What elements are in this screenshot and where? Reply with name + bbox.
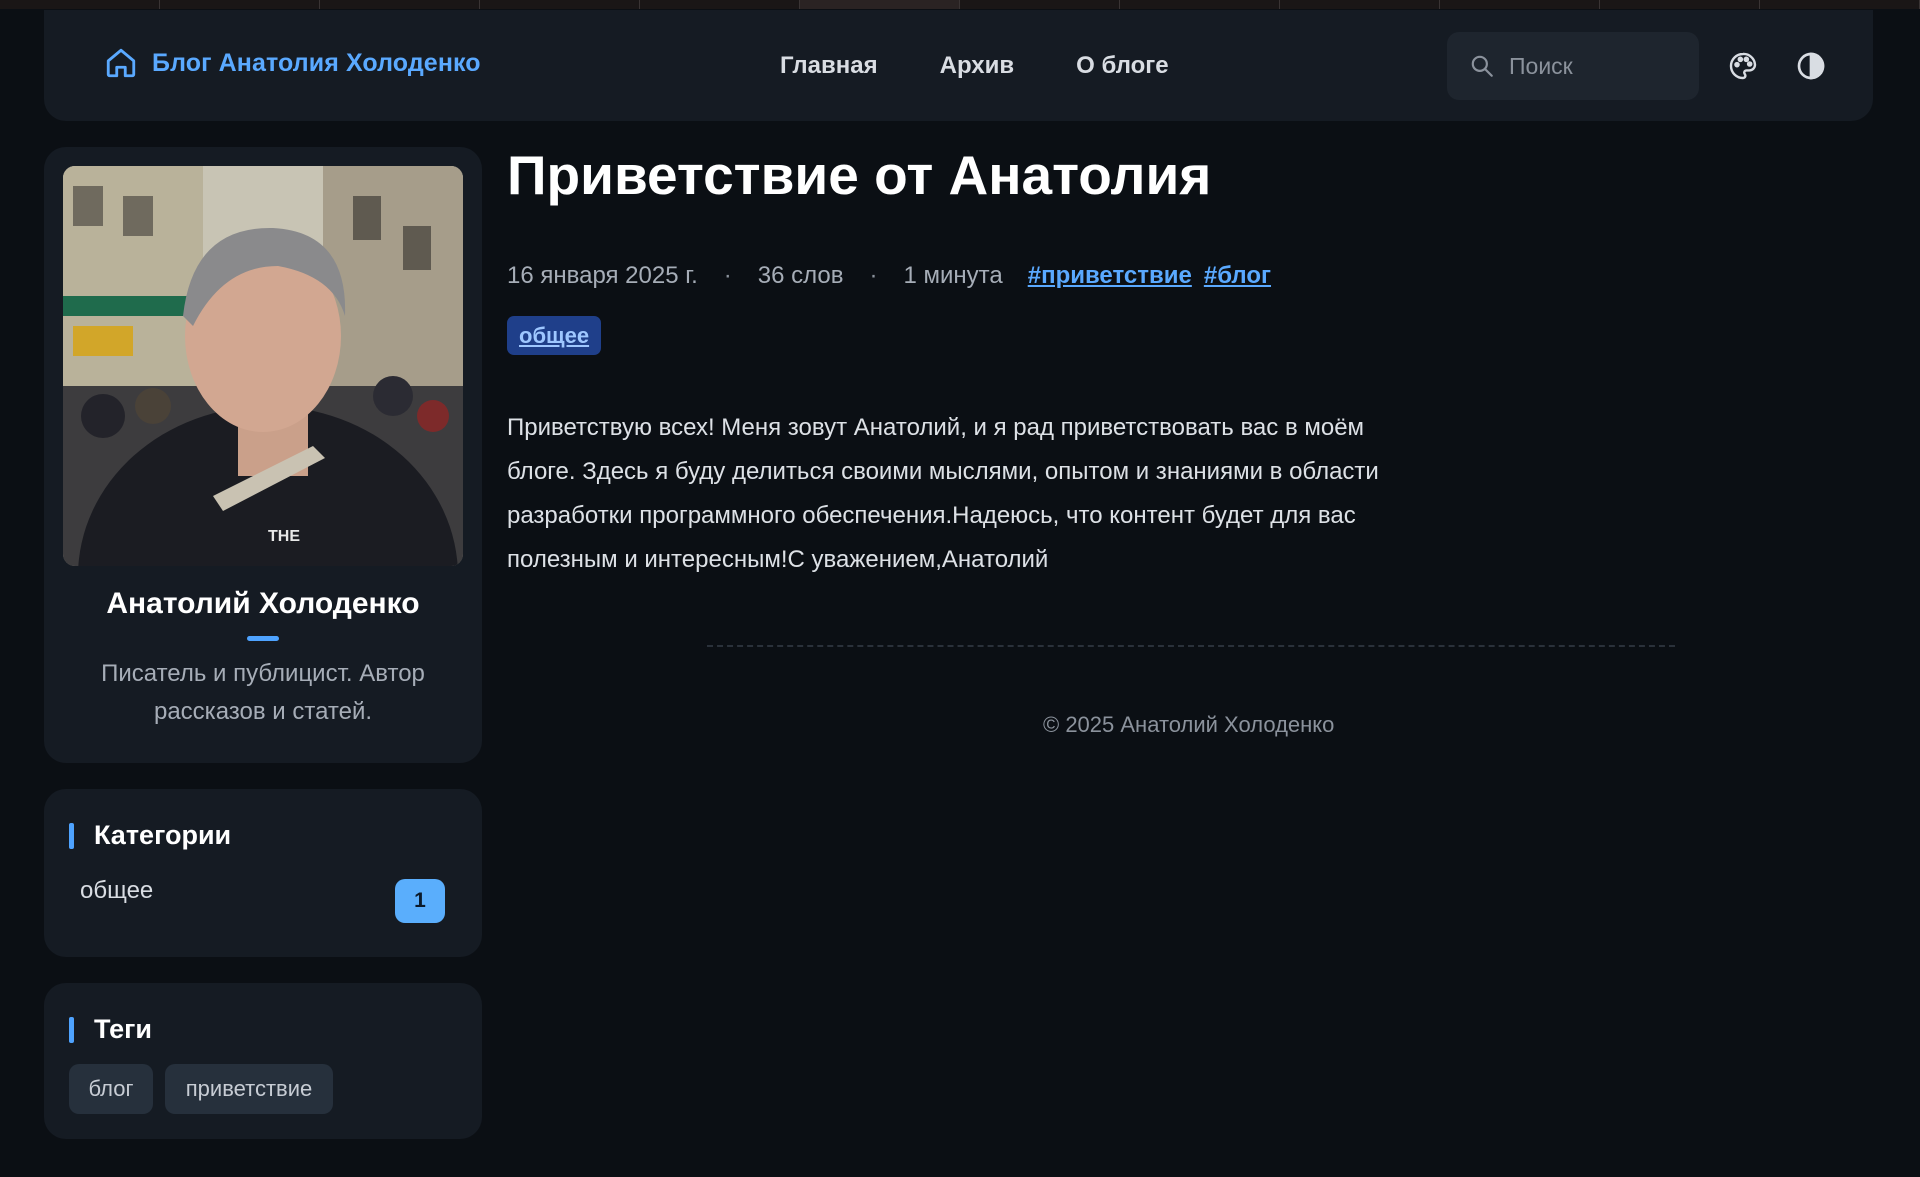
post-date: 16 января 2025 г. [507, 262, 698, 289]
avatar: THE [63, 166, 463, 566]
meta-separator: · [869, 262, 878, 289]
footer-copyright: © 2025 Анатолий Холоденко [1043, 712, 1335, 737]
main-nav: Главная Архив О блоге [780, 10, 1169, 121]
post-category-pill[interactable]: общее [507, 316, 602, 355]
post-title: Приветствие от Анатолия [507, 144, 1212, 206]
tag-chip-greeting[interactable]: приветствие [165, 1064, 333, 1114]
post-tag-link[interactable]: #приветствие [1028, 262, 1192, 290]
contrast-icon[interactable] [1795, 50, 1827, 82]
category-count-badge: 1 [395, 879, 445, 923]
profile-card: THE Анатолий Холоденко Писатель и публиц… [44, 147, 482, 763]
footer-divider [707, 645, 1675, 647]
search-icon [1471, 55, 1493, 77]
browser-tab-strip [0, 0, 1920, 9]
nav-home[interactable]: Главная [780, 52, 878, 80]
categories-title: Категории [94, 820, 232, 850]
post-body: Приветствую всех! Меня зовут Анатолий, и… [507, 414, 1379, 573]
brand-title: Блог Анатолия Холоденко [152, 48, 481, 77]
title-accent-bar [69, 823, 74, 849]
palette-icon[interactable] [1727, 50, 1759, 82]
name-underline [247, 636, 279, 641]
profile-name: Анатолий Холоденко [106, 587, 420, 620]
post-meta: 16 января 2025 г. · 36 слов · 1 минута #… [507, 262, 1271, 290]
tag-chip-blog[interactable]: блог [69, 1064, 153, 1114]
title-accent-bar [69, 1017, 74, 1043]
nav-archive[interactable]: Архив [940, 52, 1015, 80]
search-input[interactable] [1509, 52, 1689, 80]
nav-about[interactable]: О блоге [1076, 52, 1169, 80]
tags-card: Теги блог приветствие [44, 983, 482, 1139]
category-item[interactable]: общее [80, 877, 153, 905]
categories-card: Категории общее 1 [44, 789, 482, 957]
home-icon [106, 48, 136, 78]
post-word-count: 36 слов [757, 262, 844, 289]
site-header: Блог Анатолия Холоденко Главная Архив О … [44, 10, 1873, 121]
svg-text:THE: THE [268, 528, 300, 545]
post-read-time: 1 минута [903, 262, 1003, 289]
meta-separator: · [723, 262, 732, 289]
profile-bio: Писатель и публицист. Автор рассказов и … [101, 660, 425, 725]
brand-link[interactable]: Блог Анатолия Холоденко [104, 46, 481, 80]
search-box[interactable] [1447, 32, 1699, 100]
tags-title: Теги [94, 1014, 153, 1044]
post-tag-link[interactable]: #блог [1204, 262, 1271, 290]
